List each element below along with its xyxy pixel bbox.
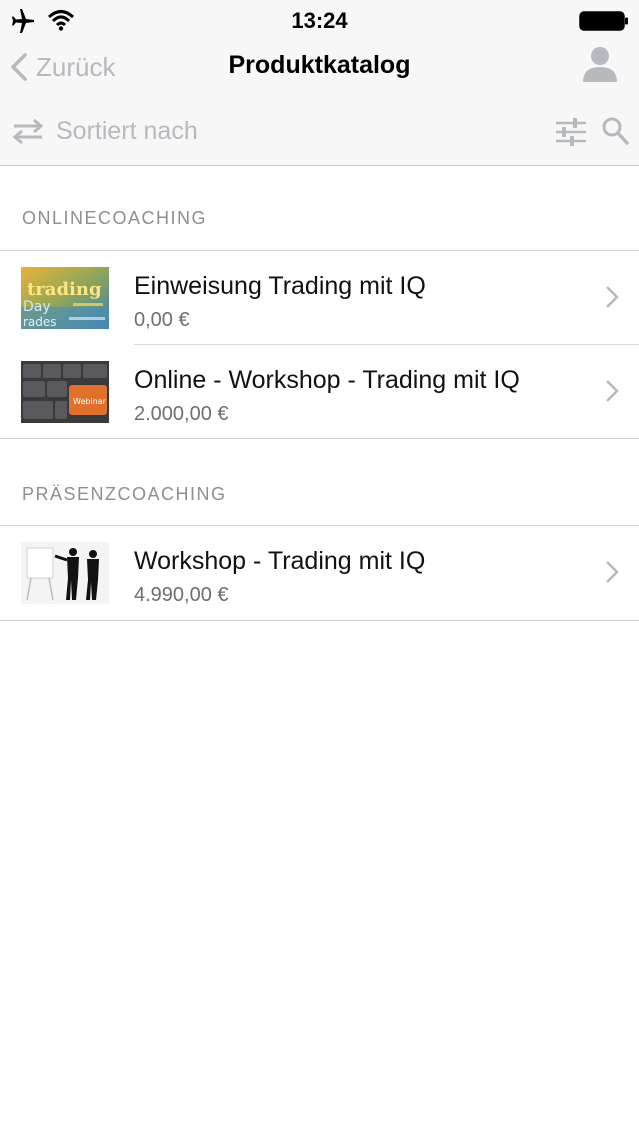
product-thumbnail xyxy=(21,542,109,604)
sort-arrows-icon xyxy=(12,118,44,145)
list-item[interactable]: Webinar Online - Workshop - Trading mit … xyxy=(0,345,639,439)
page-title: Produktkatalog xyxy=(228,51,411,79)
product-price: 4.990,00 € xyxy=(134,584,229,606)
product-title: Einweisung Trading mit IQ xyxy=(134,272,426,300)
sort-label: Sortiert nach xyxy=(56,116,198,145)
chevron-right-icon xyxy=(606,561,619,583)
section-header-onlinecoaching: ONLINECOACHING xyxy=(22,208,208,228)
product-price: 2.000,00 € xyxy=(134,403,229,425)
status-time: 13:24 xyxy=(291,8,348,33)
divider xyxy=(0,438,639,439)
thumb-word: rades xyxy=(23,315,57,329)
list-item[interactable]: Workshop - Trading mit IQ 4.990,00 € xyxy=(0,526,639,620)
search-icon[interactable] xyxy=(601,116,629,146)
presentation-silhouettes-image xyxy=(21,542,109,604)
section-header-praesenzcoaching: PRÄSENZCOACHING xyxy=(22,484,227,504)
thumb-word: trading xyxy=(27,279,102,300)
list-item[interactable]: trading Day rades Einweisung Trading mit… xyxy=(0,251,639,345)
chevron-right-icon xyxy=(606,286,619,308)
filter-sliders-icon[interactable] xyxy=(554,116,588,148)
divider xyxy=(0,620,639,621)
keyboard-webinar-image: Webinar xyxy=(21,361,109,423)
thumb-word: Day xyxy=(23,299,51,315)
sort-bar: Sortiert nach xyxy=(0,96,639,166)
status-bar: 13:24 xyxy=(0,0,639,40)
product-price: 0,00 € xyxy=(134,309,190,331)
product-title: Online - Workshop - Trading mit IQ xyxy=(134,366,520,394)
product-title: Workshop - Trading mit IQ xyxy=(134,547,426,575)
navigation-bar: Zurück Produktkatalog xyxy=(0,40,639,96)
battery-icon xyxy=(579,11,628,31)
thumb-word: Webinar xyxy=(73,397,107,406)
trading-word-cloud-image: trading Day rades xyxy=(21,267,109,329)
product-catalog-screen: 13:24 Zurück Produktkatalog Sortiert nac… xyxy=(0,0,639,1136)
product-thumbnail: Webinar xyxy=(21,361,109,423)
person-icon[interactable] xyxy=(581,44,619,84)
sort-button[interactable]: Sortiert nach xyxy=(10,112,198,150)
chevron-right-icon xyxy=(606,380,619,402)
product-thumbnail: trading Day rades xyxy=(21,267,109,329)
